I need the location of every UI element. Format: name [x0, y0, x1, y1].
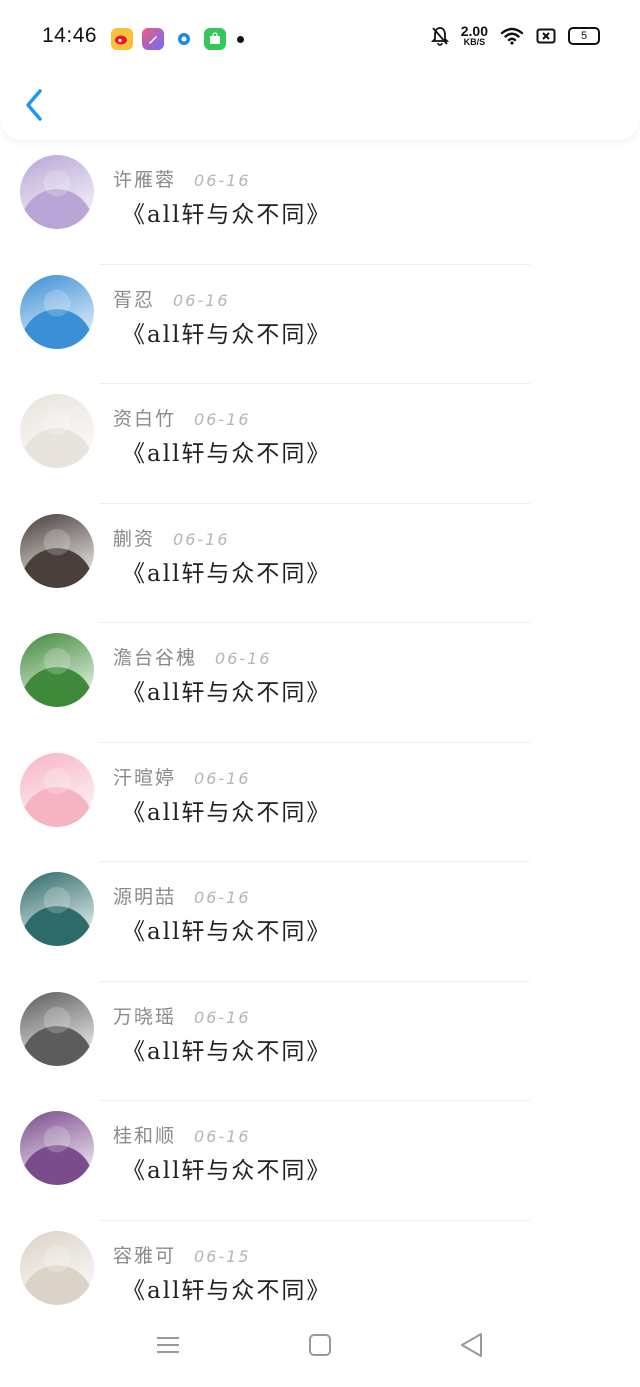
notification-icons — [111, 28, 244, 50]
comment-meta: 澹台谷槐 06-16 — [113, 643, 272, 670]
pen-app-icon — [142, 28, 164, 50]
menu-icon[interactable] — [153, 1330, 183, 1360]
avatar[interactable] — [20, 991, 94, 1066]
comment-date: 06-16 — [194, 768, 251, 788]
comment-text: 《all轩与众不同》 — [122, 202, 332, 228]
system-nav-bar — [0, 1310, 640, 1387]
wifi-icon — [500, 27, 524, 45]
comment-date: 06-16 — [194, 888, 251, 907]
avatar[interactable] — [20, 155, 94, 229]
comment-meta: 胥忍 06-16 — [113, 285, 230, 312]
commenter-name[interactable]: 蒯资 — [113, 524, 155, 551]
comment-list: 许雁蓉 06-16 《all轩与众不同》 胥忍 06-16 《all轩与众不同》… — [0, 145, 640, 1340]
comment-meta: 汗暄婷 06-16 — [113, 763, 251, 790]
list-item[interactable]: 许雁蓉 06-16 《all轩与众不同》 — [0, 145, 640, 265]
status-right: 2.00 KB/S 5 — [430, 24, 600, 47]
avatar[interactable] — [20, 1111, 94, 1185]
commenter-name[interactable]: 澹台谷槐 — [113, 643, 197, 670]
network-speed: 2.00 KB/S — [461, 24, 488, 47]
comment-date: 06-16 — [194, 1007, 251, 1027]
comment-meta: 桂和顺 06-16 — [113, 1121, 251, 1148]
comment-date: 06-16 — [215, 649, 272, 668]
comment-date: 06-15 — [194, 1246, 251, 1266]
comment-date: 06-16 — [173, 529, 230, 549]
commenter-name[interactable]: 许雁蓉 — [113, 165, 176, 192]
list-item[interactable]: 胥忍 06-16 《all轩与众不同》 — [0, 265, 640, 384]
battery-indicator: 5 — [568, 26, 600, 45]
avatar[interactable] — [20, 274, 94, 349]
comment-date: 06-16 — [194, 1127, 251, 1146]
back-button[interactable] — [20, 85, 50, 125]
comment-date: 06-16 — [173, 290, 230, 310]
commenter-name[interactable]: 胥忍 — [113, 285, 155, 312]
triangle-back-icon[interactable] — [457, 1330, 487, 1360]
chevron-left-icon — [26, 89, 42, 121]
comment-meta: 资白竹 06-16 — [113, 404, 251, 431]
net-speed-value: 2.00 — [460, 23, 488, 39]
comment-text: 《all轩与众不同》 — [122, 680, 332, 706]
comment-meta: 蒯资 06-16 — [113, 524, 230, 551]
bell-muted-icon — [430, 26, 449, 46]
comment-text: 《all轩与众不同》 — [122, 799, 332, 826]
list-item[interactable]: 汗暄婷 06-16 《all轩与众不同》 — [0, 743, 640, 862]
list-item[interactable]: 资白竹 06-16 《all轩与众不同》 — [0, 384, 640, 504]
net-speed-unit: KB/S — [463, 37, 486, 47]
comment-text: 《all轩与众不同》 — [122, 560, 332, 587]
sim-off-icon — [536, 28, 556, 43]
commenter-name[interactable]: 汗暄婷 — [113, 763, 176, 790]
blue-circle-app-icon — [173, 28, 195, 50]
weibo-icon — [111, 28, 133, 50]
list-item[interactable]: 蒯资 06-16 《all轩与众不同》 — [0, 504, 640, 623]
list-item[interactable]: 源明喆 06-16 《all轩与众不同》 — [0, 862, 640, 982]
avatar[interactable] — [20, 633, 94, 707]
list-item[interactable]: 万晓瑶 06-16 《all轩与众不同》 — [0, 982, 640, 1101]
comment-date: 06-16 — [194, 171, 251, 190]
comment-text: 《all轩与众不同》 — [122, 321, 332, 348]
comment-meta: 万晓瑶 06-16 — [113, 1002, 251, 1029]
comment-meta: 许雁蓉 06-16 — [113, 165, 251, 192]
comment-meta: 容雅可 06-15 — [113, 1241, 251, 1268]
commenter-name[interactable]: 万晓瑶 — [113, 1002, 176, 1029]
commenter-name[interactable]: 资白竹 — [113, 404, 176, 431]
comment-meta: 源明喆 06-16 — [113, 882, 251, 909]
comment-text: 《all轩与众不同》 — [122, 1038, 332, 1065]
commenter-name[interactable]: 桂和顺 — [113, 1121, 176, 1148]
comment-text: 《all轩与众不同》 — [122, 919, 332, 945]
status-time: 14:46 — [42, 24, 98, 47]
avatar[interactable] — [20, 394, 94, 468]
more-notifications-dot — [237, 35, 244, 43]
comment-text: 《all轩与众不同》 — [122, 441, 332, 467]
list-item[interactable]: 桂和顺 06-16 《all轩与众不同》 — [0, 1101, 640, 1221]
list-item[interactable]: 澹台谷槐 06-16 《all轩与众不同》 — [0, 623, 640, 743]
commenter-name[interactable]: 容雅可 — [113, 1241, 176, 1268]
avatar[interactable] — [20, 1230, 94, 1305]
green-store-icon — [204, 28, 226, 50]
comment-text: 《all轩与众不同》 — [122, 1158, 332, 1184]
square-home-icon[interactable] — [305, 1330, 335, 1360]
comment-text: 《all轩与众不同》 — [122, 1277, 332, 1304]
commenter-name[interactable]: 源明喆 — [113, 882, 176, 909]
status-bar: 14:46 2.00 KB/S 5 — [0, 0, 640, 78]
avatar[interactable] — [20, 513, 94, 588]
avatar[interactable] — [20, 872, 94, 946]
avatar[interactable] — [20, 752, 94, 827]
comment-date: 06-16 — [194, 410, 251, 429]
